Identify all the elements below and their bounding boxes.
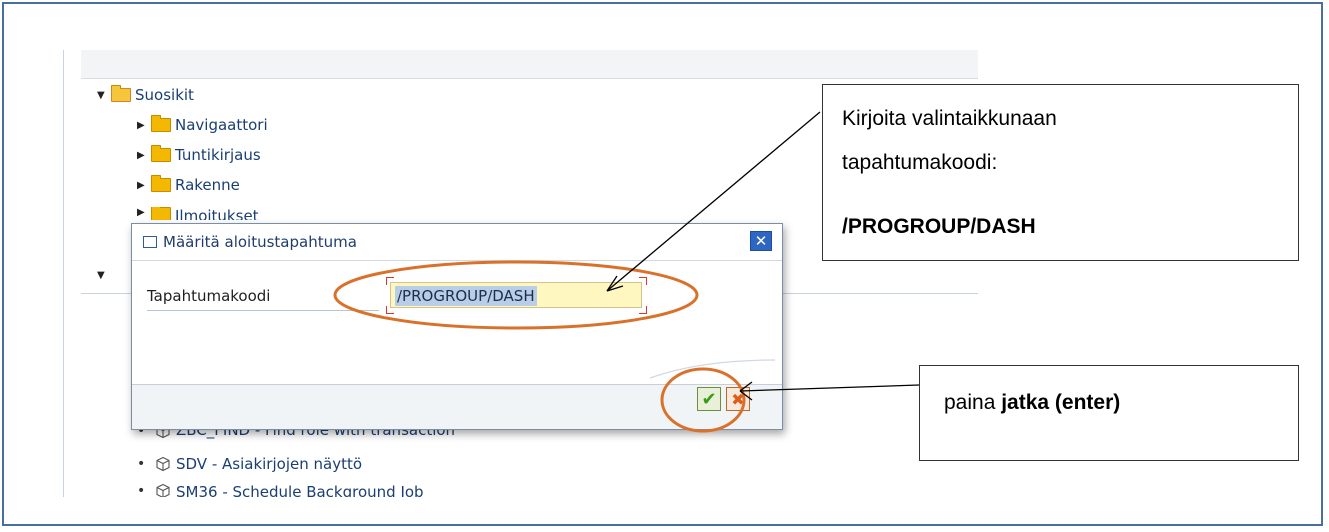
instruction-callout: Kirjoita valintaikkunaan tapahtumakoodi:… [822, 84, 1299, 261]
callout-text-prefix: paina [944, 391, 1002, 414]
callout-pointer-line [606, 111, 821, 292]
callout-transaction-code: /PROGROUP/DASH [842, 215, 1036, 238]
highlight-ring-continue [660, 367, 746, 433]
callout-text-bold: jatka (enter) [1001, 391, 1121, 414]
callout-line: Kirjoita valintaikkunaan [842, 107, 1057, 130]
callout-pointer-line [739, 384, 920, 392]
continue-callout: paina jatka (enter) [919, 365, 1299, 461]
callout-line: tapahtumakoodi: [842, 151, 998, 174]
highlight-ring-input [333, 260, 699, 330]
callout-text: paina jatka (enter) [944, 391, 1120, 415]
